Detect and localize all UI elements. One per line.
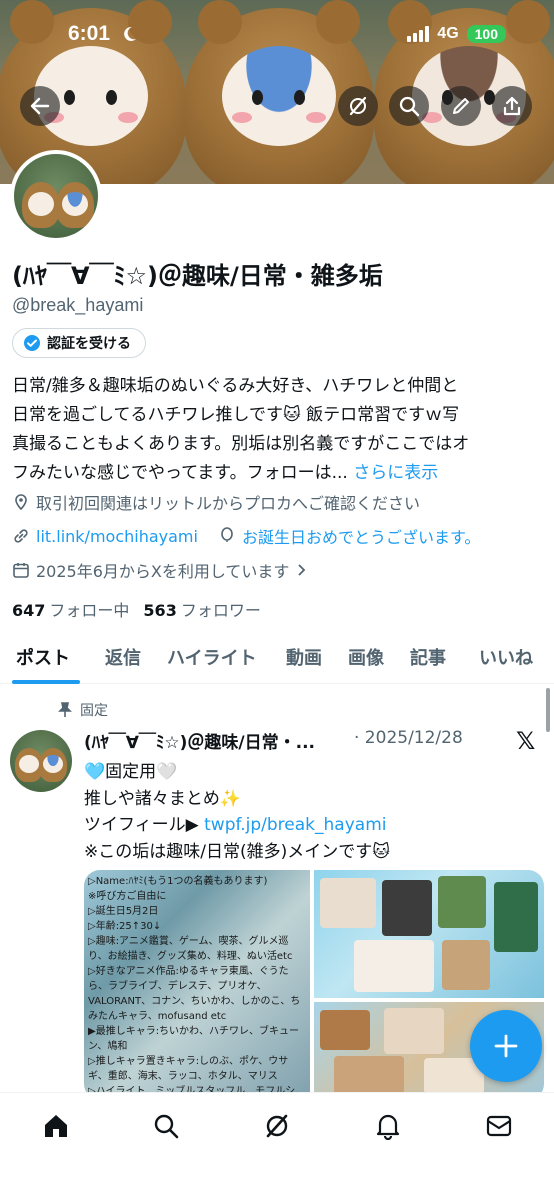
home-icon	[45, 1115, 67, 1137]
bio-line: 真撮ることもよくあります。別垢は別名義ですがここではオ	[12, 434, 470, 454]
tab-videos[interactable]: 動画	[286, 644, 322, 670]
calendar-icon	[13, 563, 29, 578]
show-more-link[interactable]: さらに表示	[353, 463, 438, 483]
media-image-collage-top[interactable]	[314, 870, 544, 998]
following-label: フォロー中	[49, 601, 130, 620]
location-text: 取引初回関連はリットルからプロカへご確認ください	[36, 494, 421, 513]
following-stat[interactable]: 647 フォロー中	[12, 597, 129, 621]
twpf-prefix: ツイフィール▶	[84, 815, 205, 835]
grok-icon	[266, 1114, 288, 1138]
twpf-link[interactable]: twpf.jp/break_hayami	[204, 815, 386, 835]
media-image-profile-card[interactable]: ▷Name:ﾊﾔﾐ(もう1つの名義もあります) ※呼び方ご自由に ▷誕生日5月2…	[84, 870, 310, 1100]
location-row: 取引初回関連はリットルからプロカへご確認ください	[12, 490, 420, 514]
tab-replies[interactable]: 返信	[105, 644, 141, 670]
post-date[interactable]: · 2025/12/28	[354, 728, 463, 748]
bio-line: フみたいな感じでやってます。フォローは...	[12, 463, 348, 483]
get-verified-label: 認証を受ける	[47, 336, 131, 352]
post-text-line: ※この垢は趣味/日常(雑多)メインです🐱	[84, 842, 390, 862]
tab-photos[interactable]: 画像	[348, 644, 384, 670]
media-card-text: ▷Name:ﾊﾔﾐ(もう1つの名義もあります) ※呼び方ご自由に ▷誕生日5月2…	[88, 876, 305, 1097]
notifications-icon	[376, 1114, 400, 1140]
post-author-name[interactable]: (ﾊﾔ￣∀￣ﾐ☆)＠趣味/日常・...	[84, 728, 315, 753]
grok-icon	[349, 96, 367, 116]
website-link[interactable]: lit.link/mochihayami	[36, 527, 198, 546]
balloon-icon	[221, 527, 233, 542]
search-icon	[399, 96, 420, 117]
tab-posts[interactable]: ポスト	[16, 644, 70, 670]
post-text-line: ツイフィール▶ twpf.jp/break_hayami	[84, 810, 386, 835]
moon-icon	[124, 26, 136, 41]
search-icon	[154, 1114, 179, 1139]
signal-icon	[407, 26, 430, 42]
status-bar: 6:01 4G 100	[0, 22, 554, 52]
search-button[interactable]	[389, 86, 429, 126]
following-count: 647	[12, 601, 46, 620]
nav-search[interactable]	[151, 1111, 181, 1141]
bio-line: 日常を過ごしてるハチワレ推しです🐱 飯テロ常習ですｗ写	[12, 405, 460, 425]
nav-grok[interactable]	[262, 1111, 292, 1141]
edit-pencil-icon	[453, 98, 469, 114]
user-handle: @break_hayami	[12, 295, 144, 315]
edit-button[interactable]	[441, 86, 481, 126]
birthday-text[interactable]: お誕生日おめでとうございます。	[242, 524, 480, 548]
nav-messages[interactable]	[484, 1111, 514, 1141]
back-button[interactable]	[20, 86, 60, 126]
link-icon	[14, 529, 28, 543]
profile-tabs: ポスト 返信 ハイライト 動画 画像 記事 いいね	[0, 640, 554, 684]
back-arrow-icon	[30, 97, 50, 115]
follow-stats: 647 フォロー中 563 フォロワー	[12, 597, 261, 621]
website-birthday-row: lit.link/mochihayami お誕生日おめでとうございます。	[12, 524, 480, 548]
profile-bio: 日常/雑多＆趣味垢のぬいぐるみ大好き、ハチワレと仲間と 日常を過ごしてるハチワレ…	[12, 372, 542, 488]
share-button[interactable]	[492, 86, 532, 126]
x-logo-icon[interactable]: 𝕏	[516, 727, 535, 755]
nav-home[interactable]	[41, 1111, 71, 1141]
post-text-line: 推しや諸々まとめ✨	[84, 789, 241, 809]
bio-line: 日常/雑多＆趣味垢のぬいぐるみ大好き、ハチワレと仲間と	[12, 376, 459, 396]
pin-icon	[58, 702, 72, 717]
profile-avatar[interactable]	[10, 150, 102, 242]
location-pin-icon	[15, 494, 27, 511]
share-icon	[503, 96, 521, 116]
nav-notifications[interactable]	[373, 1111, 403, 1141]
followers-stat[interactable]: 563 フォロワー	[143, 597, 260, 621]
pinned-indicator: 固定	[58, 700, 108, 720]
compose-post-button[interactable]	[470, 1010, 542, 1082]
joined-row[interactable]: 2025年6月からXを利用しています	[12, 558, 307, 582]
battery-icon: 100	[466, 25, 506, 43]
bottom-navigation	[0, 1092, 554, 1200]
post-text-line: 🩵固定用🤍	[84, 762, 178, 782]
pinned-label: 固定	[80, 703, 108, 719]
display-name: (ﾊﾔ￣∀￣ﾐ☆)＠趣味/日常・雑多垢	[12, 262, 383, 290]
tab-likes[interactable]: いいね	[479, 644, 533, 670]
active-tab-indicator	[12, 680, 80, 684]
status-time: 6:01	[68, 22, 111, 45]
grok-button[interactable]	[338, 86, 378, 126]
followers-count: 563	[143, 601, 177, 620]
verified-badge-icon	[24, 335, 40, 351]
messages-icon	[486, 1115, 512, 1137]
scrollbar[interactable]	[546, 688, 550, 732]
joined-text: 2025年6月からXを利用しています	[36, 562, 290, 581]
tab-highlights[interactable]: ハイライト	[167, 644, 257, 670]
plus-icon	[494, 1034, 518, 1058]
post-avatar[interactable]	[10, 730, 72, 792]
network-type: 4G	[437, 25, 459, 42]
tab-articles[interactable]: 記事	[410, 644, 446, 670]
get-verified-button[interactable]: 認証を受ける	[12, 328, 146, 358]
chevron-right-icon	[298, 564, 306, 576]
followers-label: フォロワー	[180, 601, 261, 620]
